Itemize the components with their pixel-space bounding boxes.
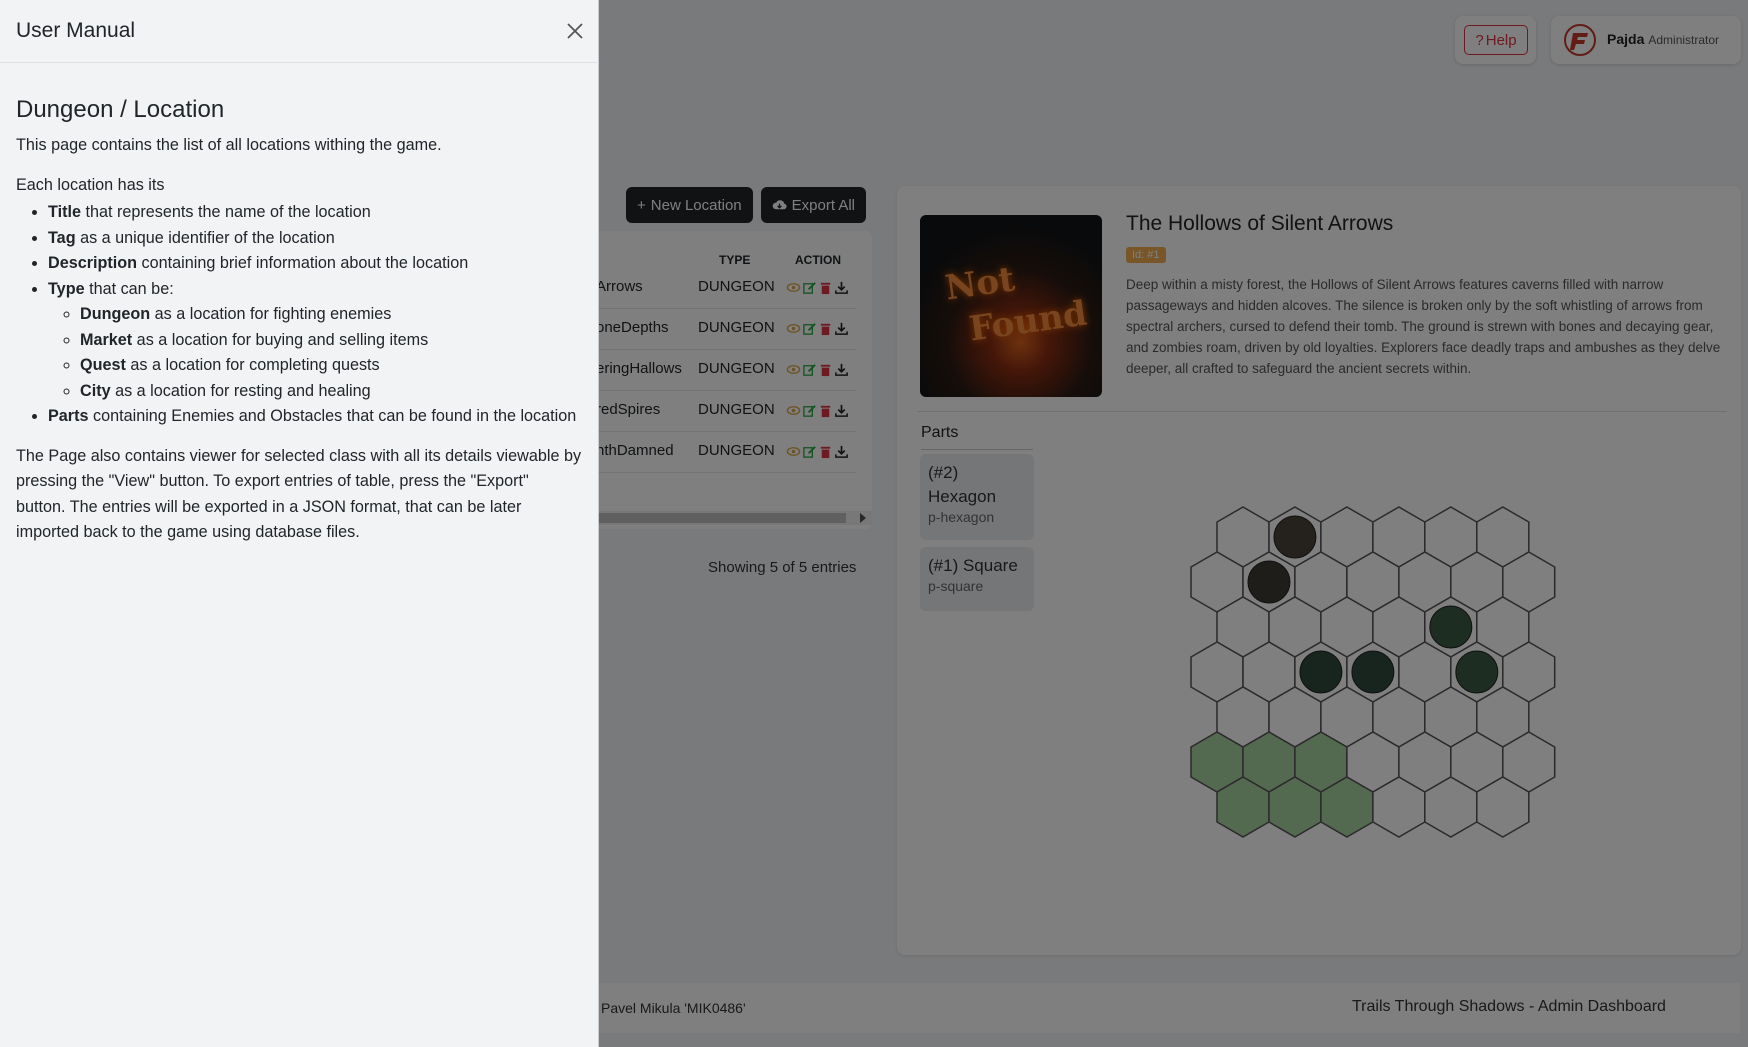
list-item: City as a location for resting and heali… <box>80 379 582 405</box>
type-list: Dungeon as a location for fighting enemi… <box>48 302 582 404</box>
list-item: Market as a location for buying and sell… <box>80 328 582 354</box>
list-item: Type that can be: Dungeon as a location … <box>48 277 582 405</box>
list-item: Description containing brief information… <box>48 251 582 277</box>
manual-outro: The Page also contains viewer for select… <box>16 446 582 542</box>
offcanvas-title: User Manual <box>16 19 136 42</box>
list-item: Tag as a unique identifier of the locati… <box>48 226 582 252</box>
list-item: Title that represents the name of the lo… <box>48 200 582 226</box>
manual-intro: This page contains the list of all locat… <box>16 136 442 154</box>
manual-heading: Dungeon / Location <box>16 96 225 123</box>
offcanvas-body: Dungeon / Location This page contains th… <box>16 95 582 546</box>
manual-subheading: Each location has its <box>16 175 165 194</box>
attribute-list: Title that represents the name of the lo… <box>16 200 582 430</box>
list-item: Parts containing Enemies and Obstacles t… <box>48 404 582 430</box>
user-manual-offcanvas: User Manual Dungeon / Location This page… <box>0 0 599 1047</box>
list-item: Quest as a location for completing quest… <box>80 353 582 379</box>
close-icon[interactable] <box>563 19 587 43</box>
list-item: Dungeon as a location for fighting enemi… <box>80 302 582 328</box>
offcanvas-header: User Manual <box>0 0 599 63</box>
